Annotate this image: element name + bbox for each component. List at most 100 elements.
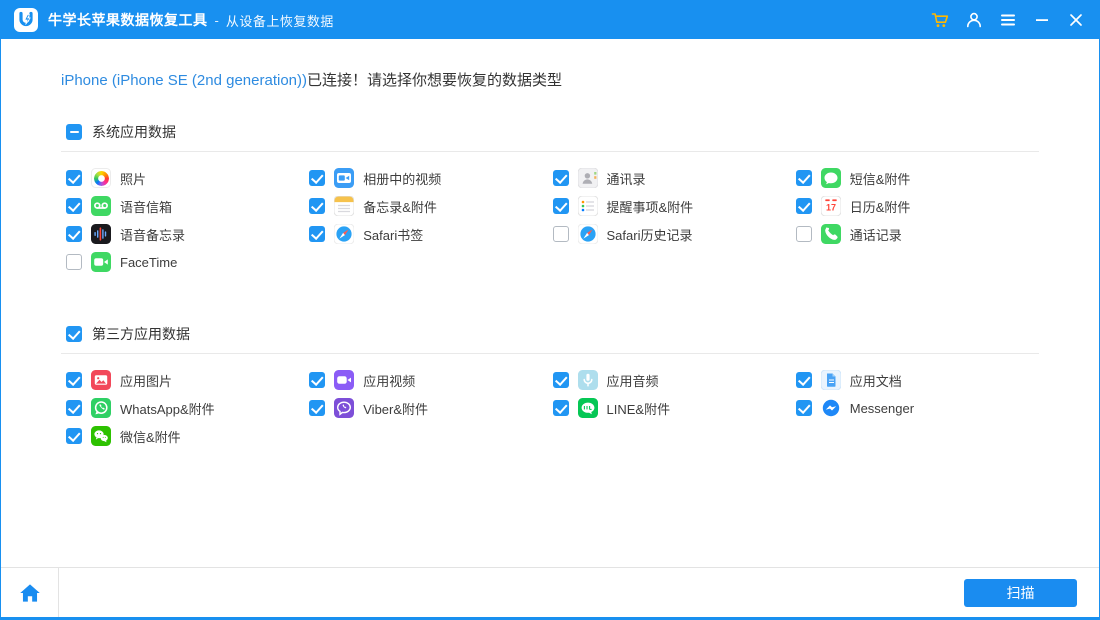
voice-memos-icon <box>91 224 111 244</box>
checkbox[interactable] <box>552 400 569 416</box>
item-photos[interactable]: 照片 <box>66 164 309 192</box>
item-label: Safari书签 <box>363 227 424 243</box>
item-label: 语音备忘录 <box>120 227 186 243</box>
calendar-icon: 17 <box>820 196 841 216</box>
checkbox[interactable] <box>66 170 82 186</box>
item-label: LINE&附件 <box>606 401 671 417</box>
voicemail-icon <box>91 196 111 216</box>
item-label: FaceTime <box>120 254 178 270</box>
item-label: 应用音频 <box>606 373 659 389</box>
item-safari-bookmarks[interactable]: Safari书签 <box>309 220 552 248</box>
viber-icon <box>334 398 355 418</box>
item-label: 日历&附件 <box>849 199 911 215</box>
checkbox[interactable] <box>309 170 326 186</box>
app-video-icon <box>334 370 355 390</box>
item-app-audio[interactable]: 应用音频 <box>552 366 796 394</box>
checkbox[interactable] <box>66 254 82 270</box>
titlebar-actions <box>923 1 1099 39</box>
checkbox[interactable] <box>795 170 812 186</box>
checkbox[interactable] <box>552 198 569 214</box>
section-header-thirdparty[interactable]: 第三方应用数据 <box>61 324 1039 344</box>
item-wechat[interactable]: 微信&附件 <box>66 422 309 450</box>
item-app-photos[interactable]: 应用图片 <box>66 366 309 394</box>
whatsapp-icon <box>91 398 111 418</box>
footer-bar: 扫描 <box>1 567 1099 617</box>
app-window: 牛学长苹果数据恢复工具 - 从设备上恢复数据 iPhone (iPhone SE… <box>0 0 1100 620</box>
item-line[interactable]: LINE&附件 <box>552 394 796 422</box>
thirdparty-data-grid: 应用图片 应用视频 应用音频 应用文档 WhatsApp&附件 Viber&附件… <box>61 354 1039 450</box>
item-label: WhatsApp&附件 <box>120 401 215 417</box>
system-data-grid: 照片 相册中的视频 通讯录 短信&附件 语音信箱 备忘录&附件 提醒事项&附件 … <box>61 152 1039 276</box>
checkbox[interactable] <box>66 226 82 242</box>
section-checkbox[interactable] <box>66 326 82 342</box>
checkbox[interactable] <box>552 372 569 388</box>
photos-icon <box>91 168 111 188</box>
item-voice-memos[interactable]: 语音备忘录 <box>66 220 309 248</box>
close-icon[interactable] <box>1059 1 1093 39</box>
section-header-system[interactable]: 系统应用数据 <box>61 122 1039 142</box>
home-icon <box>17 582 43 604</box>
section-system-data: 系统应用数据 照片 相册中的视频 通讯录 短信&附件 语音信箱 备忘录&附件 提… <box>61 122 1039 276</box>
item-label: 照片 <box>120 171 147 187</box>
device-name: iPhone (iPhone SE (2nd generation)) <box>61 72 307 89</box>
safari-icon <box>334 224 355 244</box>
cart-icon[interactable] <box>923 1 957 39</box>
checkbox[interactable] <box>309 226 326 242</box>
home-button[interactable] <box>1 568 59 617</box>
checkbox[interactable] <box>66 400 82 416</box>
contacts-icon <box>577 168 598 188</box>
item-notes[interactable]: 备忘录&附件 <box>309 192 552 220</box>
user-icon[interactable] <box>957 1 991 39</box>
item-label: 相册中的视频 <box>363 171 442 187</box>
checkbox[interactable] <box>66 198 82 214</box>
item-app-videos[interactable]: 应用视频 <box>309 366 552 394</box>
checkbox[interactable] <box>552 226 569 242</box>
checkbox[interactable] <box>795 226 812 242</box>
item-viber[interactable]: Viber&附件 <box>309 394 552 422</box>
checkbox[interactable] <box>66 428 82 444</box>
item-sms[interactable]: 短信&附件 <box>795 164 1039 192</box>
checkbox[interactable] <box>309 400 326 416</box>
item-label: 应用图片 <box>120 373 173 389</box>
scan-button[interactable]: 扫描 <box>964 578 1077 607</box>
item-reminders[interactable]: 提醒事项&附件 <box>552 192 796 220</box>
titlebar-subtitle: 从设备上恢复数据 <box>225 13 334 29</box>
item-calendar[interactable]: 17 日历&附件 <box>795 192 1039 220</box>
checkbox[interactable] <box>309 198 326 214</box>
checkbox[interactable] <box>795 372 812 388</box>
checkbox[interactable] <box>66 372 82 388</box>
titlebar: 牛学长苹果数据恢复工具 - 从设备上恢复数据 <box>1 1 1099 39</box>
item-label: 应用视频 <box>363 373 416 389</box>
app-title: 牛学长苹果数据恢复工具 <box>48 12 208 28</box>
app-doc-icon <box>820 370 841 390</box>
item-label: 通讯录 <box>606 171 646 187</box>
checkbox[interactable] <box>795 198 812 214</box>
app-photo-icon <box>91 370 111 390</box>
messenger-icon <box>821 398 841 418</box>
item-whatsapp[interactable]: WhatsApp&附件 <box>66 394 309 422</box>
notes-icon <box>334 196 355 216</box>
section-title: 系统应用数据 <box>92 124 176 140</box>
item-voicemail[interactable]: 语音信箱 <box>66 192 309 220</box>
item-label: 应用文档 <box>849 373 902 389</box>
section-thirdparty-data: 第三方应用数据 应用图片 应用视频 应用音频 应用文档 WhatsApp&附件 … <box>61 324 1039 450</box>
facetime-icon <box>91 252 111 272</box>
item-contacts[interactable]: 通讯录 <box>552 164 796 192</box>
item-label: 备忘录&附件 <box>363 199 437 215</box>
checkbox[interactable] <box>795 400 812 416</box>
minimize-icon[interactable] <box>1025 1 1059 39</box>
title-separator: - <box>214 12 219 28</box>
section-checkbox[interactable] <box>66 124 82 140</box>
menu-icon[interactable] <box>991 1 1025 39</box>
checkbox[interactable] <box>309 372 326 388</box>
item-album-videos[interactable]: 相册中的视频 <box>309 164 552 192</box>
messages-icon <box>820 168 841 188</box>
item-app-documents[interactable]: 应用文档 <box>795 366 1039 394</box>
checkbox[interactable] <box>552 170 569 186</box>
item-label: Viber&附件 <box>363 401 429 417</box>
item-safari-history[interactable]: Safari历史记录 <box>552 220 796 248</box>
item-call-history[interactable]: 通话记录 <box>795 220 1039 248</box>
item-messenger[interactable]: Messenger <box>795 394 1039 422</box>
item-facetime[interactable]: FaceTime <box>66 248 309 276</box>
item-label: 语音信箱 <box>120 199 173 215</box>
